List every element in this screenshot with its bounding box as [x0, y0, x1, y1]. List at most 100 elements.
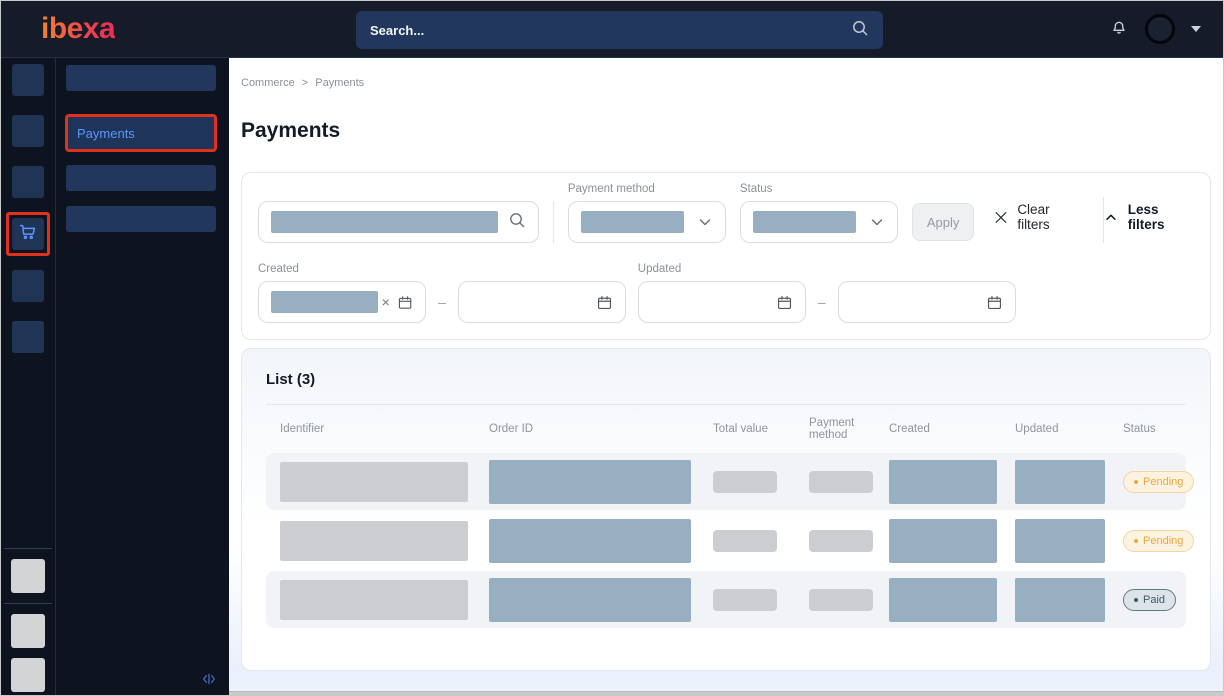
payment-method-label: Payment method: [568, 183, 726, 195]
search-input[interactable]: [370, 23, 851, 38]
calendar-icon[interactable]: [986, 294, 1003, 311]
rail-nav-item[interactable]: [12, 321, 44, 353]
filters-row-1: Payment method Status: [258, 183, 1194, 243]
app-window: ibexa: [0, 0, 1224, 696]
filters-panel: Payment method Status: [241, 172, 1211, 340]
apply-button[interactable]: Apply: [912, 203, 975, 241]
redacted-search-value: [271, 211, 498, 233]
main-content: Commerce > Payments Payments: [229, 58, 1223, 696]
column-header: Total value: [713, 423, 795, 435]
topbar-right: [1109, 14, 1201, 44]
clear-filters-button[interactable]: Clear filters: [994, 202, 1080, 232]
sidebar-secondary-panel: Payments: [56, 58, 229, 696]
redacted-identifier: [280, 580, 468, 620]
caret-down-icon[interactable]: [1191, 26, 1201, 32]
breadcrumb-item[interactable]: Payments: [315, 77, 364, 89]
global-search[interactable]: [356, 11, 883, 49]
calendar-icon[interactable]: [596, 294, 613, 311]
avatar[interactable]: [1145, 14, 1175, 44]
chevron-down-icon: [869, 214, 885, 230]
redacted-selected-value: [753, 211, 856, 233]
status-badge: Pending: [1123, 530, 1194, 552]
table-header-row: Identifier Order ID Total value Payment …: [266, 405, 1186, 453]
breadcrumb: Commerce > Payments: [229, 58, 1223, 89]
redacted-created: [889, 578, 997, 622]
clear-filters-label: Clear filters: [1017, 202, 1081, 232]
redacted-identifier: [280, 462, 468, 502]
breadcrumb-item[interactable]: Commerce: [241, 77, 295, 89]
table-row[interactable]: Pending: [266, 512, 1186, 569]
column-header: Updated: [1015, 423, 1109, 435]
redacted-order-id: [489, 519, 691, 563]
search-icon[interactable]: [508, 211, 526, 234]
updated-label: Updated: [638, 263, 806, 275]
payment-method-select[interactable]: [568, 201, 726, 243]
sidebar-menu-item[interactable]: [66, 206, 216, 232]
redacted-order-id: [489, 460, 691, 504]
clear-date-icon[interactable]: ×: [382, 294, 390, 310]
rail-nav-item[interactable]: [12, 64, 44, 96]
rail-nav-item[interactable]: [12, 166, 44, 198]
rail-divider: [4, 603, 52, 604]
collapse-panel-icon[interactable]: [201, 671, 217, 692]
status-dot-icon: [1134, 480, 1138, 484]
sidebar-item-payments-active[interactable]: Payments: [65, 114, 217, 152]
vertical-divider: [553, 201, 554, 243]
chevron-down-icon: [697, 214, 713, 230]
redacted-updated: [1015, 460, 1105, 504]
table-row[interactable]: Paid: [266, 571, 1186, 628]
column-header: Identifier: [280, 423, 475, 435]
status-filter: Status: [740, 183, 898, 243]
created-to-input[interactable]: [458, 281, 626, 323]
calendar-icon[interactable]: [776, 294, 793, 311]
updated-from-input[interactable]: [638, 281, 806, 323]
horizontal-scrollbar[interactable]: [229, 691, 1223, 696]
rail-nav-item[interactable]: [12, 115, 44, 147]
redacted-created: [889, 460, 997, 504]
rail-bottom-item[interactable]: [11, 658, 45, 692]
rail-bottom-item[interactable]: [11, 614, 45, 648]
sidebar-menu-item[interactable]: [66, 65, 216, 91]
redacted-order-id: [489, 578, 691, 622]
redacted-payment-method: [809, 589, 873, 611]
sidebar-icon-rail: [1, 58, 56, 696]
bell-icon[interactable]: [1109, 17, 1129, 42]
topbar: ibexa: [1, 1, 1223, 58]
redacted-payment-method: [809, 471, 873, 493]
less-filters-toggle[interactable]: Less filters: [1104, 202, 1194, 232]
search-icon[interactable]: [851, 19, 869, 42]
column-header: Created: [889, 423, 1001, 435]
body: Payments Commerce > Payments Payments: [1, 58, 1223, 696]
redacted-updated: [1015, 519, 1105, 563]
updated-to-input[interactable]: [838, 281, 1016, 323]
rail-divider: [4, 548, 52, 549]
created-range-group: Created ×: [258, 263, 426, 323]
table-row[interactable]: Pending: [266, 453, 1186, 510]
rail-bottom-group: [1, 543, 55, 696]
redacted-total-value: [713, 471, 777, 493]
status-badge: Paid: [1123, 589, 1176, 611]
sidebar-menu-item[interactable]: [66, 165, 216, 191]
filter-search-input[interactable]: [258, 201, 539, 243]
column-header: Order ID: [489, 423, 699, 435]
redacted-updated: [1015, 578, 1105, 622]
created-from-input[interactable]: ×: [258, 281, 426, 323]
page-title: Payments: [241, 119, 1223, 143]
filters-row-2: Created × –: [258, 263, 1194, 323]
breadcrumb-separator: >: [302, 77, 308, 89]
updated-range-group: Updated: [638, 263, 806, 323]
rail-bottom-item[interactable]: [11, 559, 45, 593]
redacted-created: [889, 519, 997, 563]
cart-icon: [17, 221, 39, 248]
status-dot-icon: [1134, 598, 1138, 602]
redacted-payment-method: [809, 530, 873, 552]
rail-nav-item-commerce-active[interactable]: [6, 212, 50, 256]
redacted-total-value: [713, 589, 777, 611]
calendar-icon[interactable]: [397, 294, 413, 311]
status-select[interactable]: [740, 201, 898, 243]
rail-nav-item[interactable]: [12, 270, 44, 302]
redacted-total-value: [713, 530, 777, 552]
status-dot-icon: [1134, 539, 1138, 543]
created-label: Created: [258, 263, 426, 275]
caret-up-icon: [1104, 210, 1118, 225]
